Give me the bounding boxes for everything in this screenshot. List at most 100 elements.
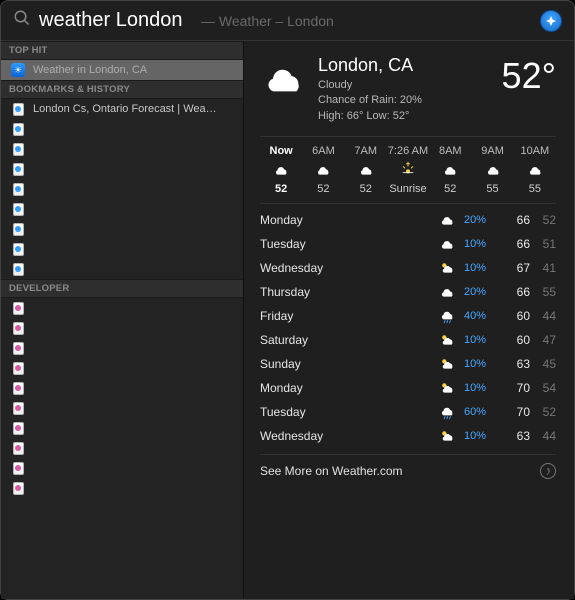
section-bookmarks: BOOKMARKS & HISTORY xyxy=(1,80,243,99)
see-more-row[interactable]: See More on Weather.com xyxy=(260,454,556,479)
hour-value: 52 xyxy=(429,183,471,195)
result-developer[interactable] xyxy=(1,458,243,478)
day-high: 66 xyxy=(498,237,530,251)
result-top-hit[interactable]: ☀ Weather in London, CA xyxy=(1,60,243,80)
day-row: Tuesday 10% 66 51 xyxy=(260,232,556,256)
day-icon xyxy=(436,332,458,348)
day-low: 44 xyxy=(530,309,556,323)
day-name: Monday xyxy=(260,381,436,395)
day-icon xyxy=(436,284,458,300)
hour-time: 8AM xyxy=(429,145,471,157)
hour-slot: 7:26 AM Sunrise xyxy=(387,145,429,195)
day-high: 63 xyxy=(498,429,530,443)
document-icon xyxy=(11,162,25,176)
day-name: Monday xyxy=(260,213,436,227)
day-icon xyxy=(436,260,458,276)
spotlight-window: — Weather – London TOP HIT ☀ Weather in … xyxy=(0,0,575,600)
hour-icon xyxy=(514,161,556,179)
result-bookmark[interactable] xyxy=(1,179,243,199)
day-row: Monday 20% 66 52 xyxy=(260,208,556,232)
day-precip: 20% xyxy=(458,214,498,226)
document-icon xyxy=(11,222,25,236)
day-precip: 10% xyxy=(458,334,498,346)
day-high: 70 xyxy=(498,405,530,419)
result-developer[interactable] xyxy=(1,378,243,398)
see-more-label: See More on Weather.com xyxy=(260,464,403,478)
day-row: Sunday 10% 63 45 xyxy=(260,352,556,376)
result-label: Weather in London, CA xyxy=(33,64,147,76)
current-condition-icon xyxy=(260,55,306,104)
day-name: Tuesday xyxy=(260,405,436,419)
result-bookmark[interactable] xyxy=(1,199,243,219)
hour-time: 7AM xyxy=(345,145,387,157)
location-name: London, CA xyxy=(318,55,490,76)
result-bookmark[interactable]: London Cs, Ontario Forecast | Wea… xyxy=(1,99,243,119)
result-bookmark[interactable] xyxy=(1,159,243,179)
search-completion: — Weather – London xyxy=(201,13,334,29)
hour-value: 52 xyxy=(302,183,344,195)
result-bookmark[interactable] xyxy=(1,259,243,279)
day-name: Friday xyxy=(260,309,436,323)
document-icon xyxy=(11,481,25,495)
result-developer[interactable] xyxy=(1,478,243,498)
weather-app-icon: ☀ xyxy=(11,63,25,77)
hour-time: Now xyxy=(260,145,302,157)
day-high: 60 xyxy=(498,309,530,323)
result-label: London Cs, Ontario Forecast | Wea… xyxy=(33,103,217,115)
daily-forecast: Monday 20% 66 52Tuesday 10% 66 51Wednesd… xyxy=(260,208,556,448)
hour-time: 7:26 AM xyxy=(387,145,429,157)
hourly-forecast: Now 526AM 527AM 527:26 AM Sunrise8AM 529… xyxy=(260,136,556,204)
result-bookmark[interactable] xyxy=(1,139,243,159)
result-developer[interactable] xyxy=(1,358,243,378)
day-row: Saturday 10% 60 47 xyxy=(260,328,556,352)
hour-value: 55 xyxy=(471,183,513,195)
day-icon xyxy=(436,380,458,396)
search-bar: — Weather – London xyxy=(1,1,574,41)
day-row: Friday 40% 60 44 xyxy=(260,304,556,328)
day-precip: 20% xyxy=(458,286,498,298)
day-precip: 10% xyxy=(458,358,498,370)
document-icon xyxy=(11,182,25,196)
day-name: Thursday xyxy=(260,285,436,299)
document-icon xyxy=(11,461,25,475)
hour-icon xyxy=(260,161,302,179)
result-bookmark[interactable] xyxy=(1,239,243,259)
search-icon xyxy=(13,9,31,32)
result-developer[interactable] xyxy=(1,398,243,418)
day-icon xyxy=(436,356,458,372)
results-sidebar[interactable]: TOP HIT ☀ Weather in London, CA BOOKMARK… xyxy=(1,41,244,599)
document-icon xyxy=(11,401,25,415)
day-row: Wednesday 10% 67 41 xyxy=(260,256,556,280)
day-icon xyxy=(436,236,458,252)
day-name: Wednesday xyxy=(260,429,436,443)
document-icon xyxy=(11,421,25,435)
result-developer[interactable] xyxy=(1,318,243,338)
document-icon xyxy=(11,242,25,256)
document-icon xyxy=(11,321,25,335)
hour-value: 55 xyxy=(514,183,556,195)
hour-slot: 6AM 52 xyxy=(302,145,344,195)
hour-icon xyxy=(302,161,344,179)
hour-value: 52 xyxy=(345,183,387,195)
search-input[interactable] xyxy=(39,9,199,32)
day-low: 55 xyxy=(530,285,556,299)
result-developer[interactable] xyxy=(1,338,243,358)
document-icon xyxy=(11,262,25,276)
result-bookmark[interactable] xyxy=(1,219,243,239)
condition-text: Cloudy xyxy=(318,78,490,93)
hour-time: 6AM xyxy=(302,145,344,157)
day-low: 52 xyxy=(530,213,556,227)
hour-slot: 9AM 55 xyxy=(471,145,513,195)
result-bookmark[interactable] xyxy=(1,119,243,139)
day-precip: 10% xyxy=(458,430,498,442)
safari-icon[interactable] xyxy=(540,10,562,32)
day-name: Wednesday xyxy=(260,261,436,275)
document-icon xyxy=(11,142,25,156)
result-developer[interactable] xyxy=(1,418,243,438)
result-developer[interactable] xyxy=(1,438,243,458)
hour-icon xyxy=(387,161,429,179)
weather-preview: London, CA Cloudy Chance of Rain: 20% Hi… xyxy=(244,41,574,599)
day-name: Saturday xyxy=(260,333,436,347)
section-top-hit: TOP HIT xyxy=(1,41,243,60)
result-developer[interactable] xyxy=(1,298,243,318)
